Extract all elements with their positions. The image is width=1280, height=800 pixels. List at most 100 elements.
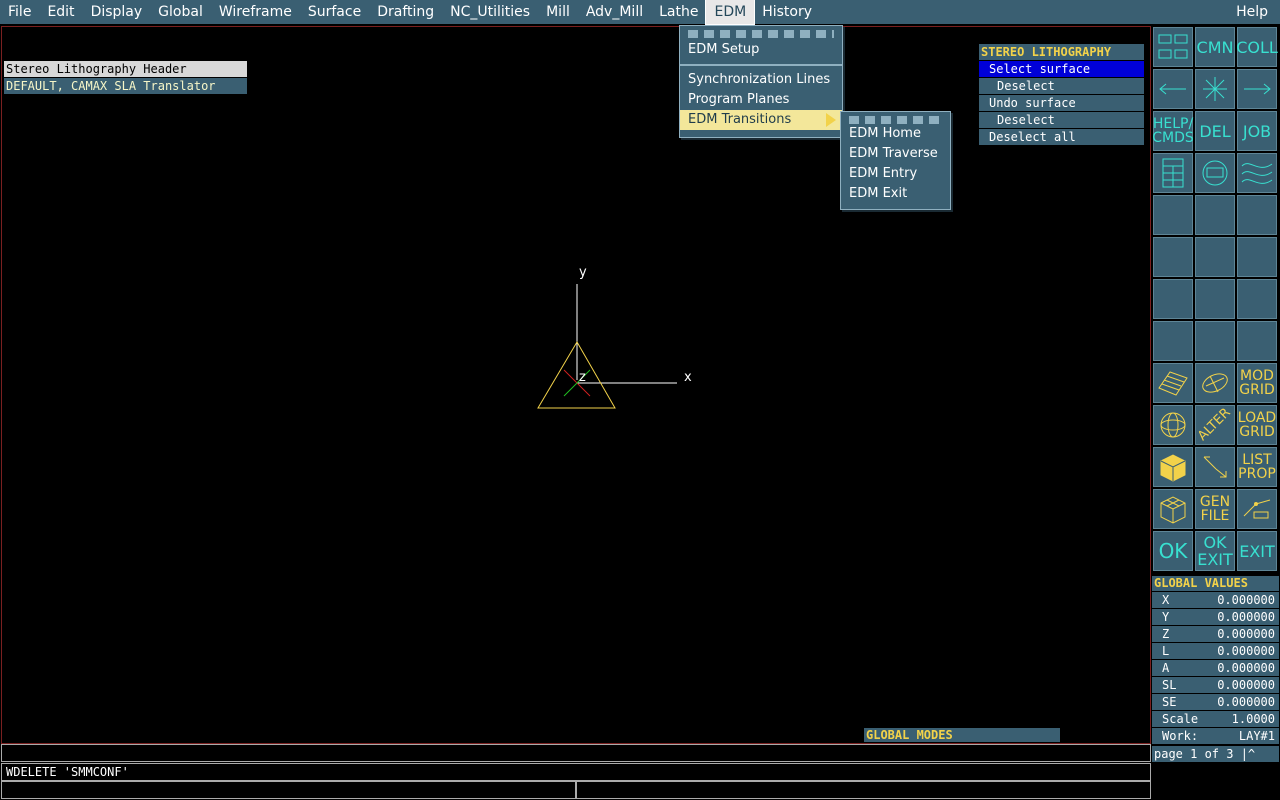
value-key: Y: [1162, 610, 1170, 624]
menu-item-edm-transitions[interactable]: EDM Transitions: [680, 110, 842, 130]
value-row-l[interactable]: L 0.000000: [1152, 643, 1279, 659]
empty-slot[interactable]: [1237, 195, 1277, 235]
menu-help[interactable]: Help: [1236, 0, 1268, 24]
menu-drafting[interactable]: Drafting: [369, 0, 442, 24]
stl-undo-deselect[interactable]: Deselect: [979, 112, 1144, 128]
gen-file-button[interactable]: GEN FILE: [1195, 489, 1235, 529]
arrow-right-icon[interactable]: [1237, 69, 1277, 109]
menu-bar: File Edit Display Global Wireframe Surfa…: [0, 0, 1280, 25]
value-key: SL: [1162, 678, 1177, 692]
value-key: L: [1162, 644, 1170, 658]
exit-button[interactable]: EXIT: [1237, 531, 1277, 571]
mesh-surface-icon[interactable]: [1153, 363, 1193, 403]
alter-button[interactable]: ALTER: [1195, 405, 1235, 445]
empty-slot[interactable]: [1153, 195, 1193, 235]
tear-off-grip[interactable]: [849, 116, 942, 124]
empty-slot[interactable]: [1195, 237, 1235, 277]
tool-palette: CMN COLL HELP/ CMDS DEL JOB MOD GRID ALT…: [1152, 26, 1279, 574]
stl-select-surface[interactable]: Select surface: [979, 61, 1144, 77]
page-indicator[interactable]: page 1 of 3 |^: [1152, 746, 1279, 762]
menu-file[interactable]: File: [0, 0, 39, 24]
help-cmds-button[interactable]: HELP/ CMDS: [1152, 111, 1194, 151]
coll-button[interactable]: COLL: [1236, 27, 1278, 67]
vector-arrows-icon[interactable]: [1195, 447, 1235, 487]
empty-slot[interactable]: [1237, 237, 1277, 277]
linkage-icon[interactable]: [1237, 489, 1277, 529]
menu-mill[interactable]: Mill: [538, 0, 578, 24]
empty-slot[interactable]: [1195, 321, 1235, 361]
value-key: SE: [1162, 695, 1177, 709]
arrow-left-icon[interactable]: [1153, 69, 1193, 109]
menu-nc-utilities[interactable]: NC_Utilities: [442, 0, 538, 24]
option-label: Undo surface: [989, 96, 1076, 110]
z-axis-label: z: [579, 370, 586, 385]
edm-menu: EDM Setup Synchronization Lines Program …: [679, 25, 843, 138]
submenu-arrow-icon: [826, 113, 836, 127]
sphere-mesh-icon[interactable]: [1153, 405, 1193, 445]
helmet-icon[interactable]: [1195, 153, 1235, 193]
menu-edit[interactable]: Edit: [39, 0, 82, 24]
empty-slot[interactable]: [1237, 279, 1277, 319]
value-row-a[interactable]: A 0.000000: [1152, 660, 1279, 676]
menu-edm[interactable]: EDM: [705, 0, 756, 25]
calculator-icon[interactable]: [1153, 153, 1193, 193]
stl-deselect-all[interactable]: Deselect all: [979, 129, 1144, 145]
value-row-y[interactable]: Y 0.000000: [1152, 609, 1279, 625]
load-grid-button[interactable]: LOAD GRID: [1237, 405, 1277, 445]
stl-deselect[interactable]: Deselect: [979, 78, 1144, 94]
value-row-se[interactable]: SE 0.000000: [1152, 694, 1279, 710]
wireframe-cube-icon[interactable]: [1153, 489, 1193, 529]
menu-item-edm-entry[interactable]: EDM Entry: [841, 164, 950, 184]
menu-display[interactable]: Display: [83, 0, 151, 24]
x-axis-label: x: [684, 370, 692, 385]
job-button[interactable]: JOB: [1237, 111, 1277, 151]
menu-item-label: EDM Transitions: [688, 112, 792, 127]
global-values-panel: GLOBAL VALUES X 0.000000 Y 0.000000 Z 0.000…: [1152, 576, 1279, 762]
ok-exit-button[interactable]: OK EXIT: [1195, 531, 1235, 571]
menu-global[interactable]: Global: [150, 0, 211, 24]
tear-off-grip[interactable]: [688, 30, 834, 38]
empty-slot[interactable]: [1195, 279, 1235, 319]
surface-wave-icon[interactable]: [1237, 153, 1277, 193]
view-layout-icon[interactable]: [1153, 27, 1193, 67]
header-title: Stereo Lithography Header: [4, 61, 247, 77]
value-key: Scale: [1162, 712, 1199, 726]
empty-slot[interactable]: [1237, 321, 1277, 361]
option-label: Deselect: [997, 113, 1055, 127]
empty-slot[interactable]: [1153, 237, 1193, 277]
menu-wireframe[interactable]: Wireframe: [211, 0, 300, 24]
value-row-sl[interactable]: SL 0.000000: [1152, 677, 1279, 693]
menu-lathe[interactable]: Lathe: [651, 0, 706, 24]
command-input[interactable]: WDELETE 'SMMCONF': [1, 763, 1151, 781]
del-button[interactable]: DEL: [1195, 111, 1235, 151]
value-row-z[interactable]: Z 0.000000: [1152, 626, 1279, 642]
mod-grid-button[interactable]: MOD GRID: [1237, 363, 1277, 403]
value-row-x[interactable]: X 0.000000: [1152, 592, 1279, 608]
empty-slot[interactable]: [1195, 195, 1235, 235]
prompt-line: [1, 744, 1151, 762]
list-prop-button[interactable]: LIST PROP: [1237, 447, 1277, 487]
empty-slot[interactable]: [1153, 279, 1193, 319]
menu-surface[interactable]: Surface: [300, 0, 369, 24]
empty-slot[interactable]: [1153, 321, 1193, 361]
menu-item-edm-setup[interactable]: EDM Setup: [680, 40, 842, 60]
global-modes-button[interactable]: GLOBAL MODES: [864, 728, 1060, 742]
menu-item-edm-home[interactable]: EDM Home: [841, 124, 950, 144]
value-val: 0.000000: [1217, 678, 1275, 692]
stl-undo-surface[interactable]: Undo surface: [979, 95, 1144, 111]
value-row-work[interactable]: Work: LAY#1: [1152, 728, 1279, 744]
cmn-button[interactable]: CMN: [1195, 27, 1235, 67]
option-label: Deselect all: [989, 130, 1076, 144]
menu-adv-mill[interactable]: Adv_Mill: [578, 0, 651, 24]
menu-item-edm-traverse[interactable]: EDM Traverse: [841, 144, 950, 164]
cube-icon[interactable]: [1153, 447, 1193, 487]
y-axis-label: y: [579, 265, 587, 280]
ok-button[interactable]: OK: [1153, 531, 1193, 571]
menu-history[interactable]: History: [754, 0, 820, 24]
mesh-blob-icon[interactable]: [1195, 363, 1235, 403]
asterisk-icon[interactable]: [1195, 69, 1235, 109]
menu-item-program-planes[interactable]: Program Planes: [680, 90, 842, 110]
value-row-scale[interactable]: Scale 1.0000: [1152, 711, 1279, 727]
menu-item-sync-lines[interactable]: Synchronization Lines: [680, 70, 842, 90]
menu-item-edm-exit[interactable]: EDM Exit: [841, 184, 950, 204]
